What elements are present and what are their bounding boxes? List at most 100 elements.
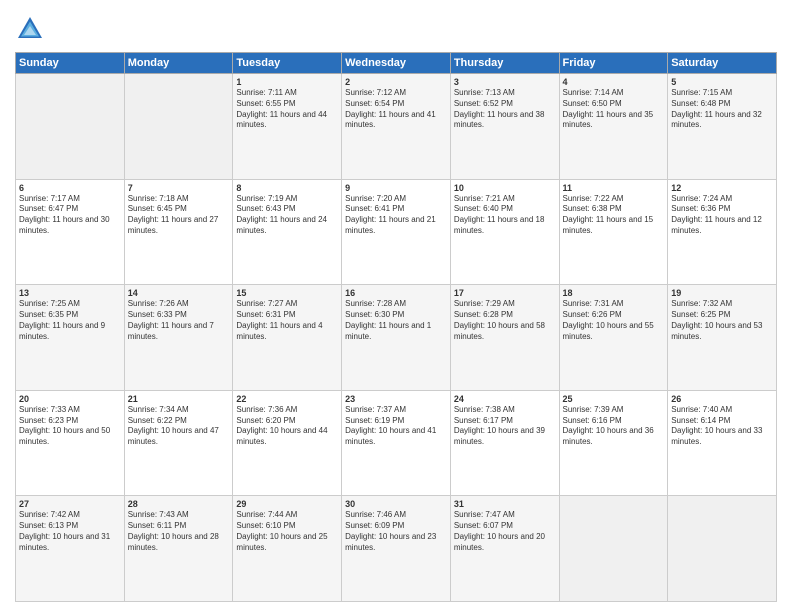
day-info: Sunrise: 7:31 AM Sunset: 6:26 PM Dayligh… — [563, 299, 665, 342]
day-number: 27 — [19, 499, 121, 509]
week-row-5: 27Sunrise: 7:42 AM Sunset: 6:13 PM Dayli… — [16, 496, 777, 602]
calendar-cell — [16, 74, 125, 180]
day-number: 7 — [128, 183, 230, 193]
day-info: Sunrise: 7:22 AM Sunset: 6:38 PM Dayligh… — [563, 194, 665, 237]
calendar-cell: 4Sunrise: 7:14 AM Sunset: 6:50 PM Daylig… — [559, 74, 668, 180]
day-number: 5 — [671, 77, 773, 87]
calendar-cell: 16Sunrise: 7:28 AM Sunset: 6:30 PM Dayli… — [342, 285, 451, 391]
day-info: Sunrise: 7:43 AM Sunset: 6:11 PM Dayligh… — [128, 510, 230, 553]
day-info: Sunrise: 7:21 AM Sunset: 6:40 PM Dayligh… — [454, 194, 556, 237]
logo-icon — [15, 14, 45, 44]
calendar-body: 1Sunrise: 7:11 AM Sunset: 6:55 PM Daylig… — [16, 74, 777, 602]
calendar-cell: 8Sunrise: 7:19 AM Sunset: 6:43 PM Daylig… — [233, 179, 342, 285]
day-number: 23 — [345, 394, 447, 404]
calendar-cell: 22Sunrise: 7:36 AM Sunset: 6:20 PM Dayli… — [233, 390, 342, 496]
week-row-4: 20Sunrise: 7:33 AM Sunset: 6:23 PM Dayli… — [16, 390, 777, 496]
calendar-cell: 24Sunrise: 7:38 AM Sunset: 6:17 PM Dayli… — [450, 390, 559, 496]
day-info: Sunrise: 7:20 AM Sunset: 6:41 PM Dayligh… — [345, 194, 447, 237]
day-info: Sunrise: 7:18 AM Sunset: 6:45 PM Dayligh… — [128, 194, 230, 237]
calendar-cell: 29Sunrise: 7:44 AM Sunset: 6:10 PM Dayli… — [233, 496, 342, 602]
day-number: 30 — [345, 499, 447, 509]
calendar-cell: 12Sunrise: 7:24 AM Sunset: 6:36 PM Dayli… — [668, 179, 777, 285]
calendar-cell: 6Sunrise: 7:17 AM Sunset: 6:47 PM Daylig… — [16, 179, 125, 285]
day-number: 18 — [563, 288, 665, 298]
week-row-2: 6Sunrise: 7:17 AM Sunset: 6:47 PM Daylig… — [16, 179, 777, 285]
calendar-table: SundayMondayTuesdayWednesdayThursdayFrid… — [15, 52, 777, 602]
day-number: 26 — [671, 394, 773, 404]
day-number: 31 — [454, 499, 556, 509]
weekday-header-row: SundayMondayTuesdayWednesdayThursdayFrid… — [16, 53, 777, 74]
day-number: 4 — [563, 77, 665, 87]
calendar-cell: 26Sunrise: 7:40 AM Sunset: 6:14 PM Dayli… — [668, 390, 777, 496]
day-info: Sunrise: 7:24 AM Sunset: 6:36 PM Dayligh… — [671, 194, 773, 237]
day-number: 16 — [345, 288, 447, 298]
day-number: 29 — [236, 499, 338, 509]
day-info: Sunrise: 7:36 AM Sunset: 6:20 PM Dayligh… — [236, 405, 338, 448]
day-number: 25 — [563, 394, 665, 404]
day-number: 3 — [454, 77, 556, 87]
day-number: 28 — [128, 499, 230, 509]
weekday-header-tuesday: Tuesday — [233, 53, 342, 74]
weekday-header-saturday: Saturday — [668, 53, 777, 74]
calendar-cell: 5Sunrise: 7:15 AM Sunset: 6:48 PM Daylig… — [668, 74, 777, 180]
day-info: Sunrise: 7:44 AM Sunset: 6:10 PM Dayligh… — [236, 510, 338, 553]
day-info: Sunrise: 7:13 AM Sunset: 6:52 PM Dayligh… — [454, 88, 556, 131]
weekday-header-sunday: Sunday — [16, 53, 125, 74]
day-info: Sunrise: 7:47 AM Sunset: 6:07 PM Dayligh… — [454, 510, 556, 553]
day-info: Sunrise: 7:19 AM Sunset: 6:43 PM Dayligh… — [236, 194, 338, 237]
day-info: Sunrise: 7:14 AM Sunset: 6:50 PM Dayligh… — [563, 88, 665, 131]
day-info: Sunrise: 7:33 AM Sunset: 6:23 PM Dayligh… — [19, 405, 121, 448]
calendar-cell: 31Sunrise: 7:47 AM Sunset: 6:07 PM Dayli… — [450, 496, 559, 602]
day-info: Sunrise: 7:32 AM Sunset: 6:25 PM Dayligh… — [671, 299, 773, 342]
calendar-cell: 11Sunrise: 7:22 AM Sunset: 6:38 PM Dayli… — [559, 179, 668, 285]
calendar-cell: 10Sunrise: 7:21 AM Sunset: 6:40 PM Dayli… — [450, 179, 559, 285]
day-number: 17 — [454, 288, 556, 298]
week-row-3: 13Sunrise: 7:25 AM Sunset: 6:35 PM Dayli… — [16, 285, 777, 391]
day-info: Sunrise: 7:37 AM Sunset: 6:19 PM Dayligh… — [345, 405, 447, 448]
calendar-cell — [124, 74, 233, 180]
calendar-cell: 7Sunrise: 7:18 AM Sunset: 6:45 PM Daylig… — [124, 179, 233, 285]
calendar-cell: 13Sunrise: 7:25 AM Sunset: 6:35 PM Dayli… — [16, 285, 125, 391]
day-number: 11 — [563, 183, 665, 193]
day-number: 9 — [345, 183, 447, 193]
calendar-cell: 1Sunrise: 7:11 AM Sunset: 6:55 PM Daylig… — [233, 74, 342, 180]
day-info: Sunrise: 7:26 AM Sunset: 6:33 PM Dayligh… — [128, 299, 230, 342]
day-info: Sunrise: 7:17 AM Sunset: 6:47 PM Dayligh… — [19, 194, 121, 237]
calendar-cell: 3Sunrise: 7:13 AM Sunset: 6:52 PM Daylig… — [450, 74, 559, 180]
day-number: 14 — [128, 288, 230, 298]
calendar-cell: 15Sunrise: 7:27 AM Sunset: 6:31 PM Dayli… — [233, 285, 342, 391]
day-number: 24 — [454, 394, 556, 404]
week-row-1: 1Sunrise: 7:11 AM Sunset: 6:55 PM Daylig… — [16, 74, 777, 180]
weekday-header-thursday: Thursday — [450, 53, 559, 74]
calendar-cell: 23Sunrise: 7:37 AM Sunset: 6:19 PM Dayli… — [342, 390, 451, 496]
day-number: 8 — [236, 183, 338, 193]
weekday-header-friday: Friday — [559, 53, 668, 74]
calendar-cell: 17Sunrise: 7:29 AM Sunset: 6:28 PM Dayli… — [450, 285, 559, 391]
day-info: Sunrise: 7:40 AM Sunset: 6:14 PM Dayligh… — [671, 405, 773, 448]
day-number: 20 — [19, 394, 121, 404]
day-info: Sunrise: 7:11 AM Sunset: 6:55 PM Dayligh… — [236, 88, 338, 131]
header — [15, 10, 777, 44]
day-number: 1 — [236, 77, 338, 87]
calendar-cell: 20Sunrise: 7:33 AM Sunset: 6:23 PM Dayli… — [16, 390, 125, 496]
calendar-cell: 25Sunrise: 7:39 AM Sunset: 6:16 PM Dayli… — [559, 390, 668, 496]
day-number: 19 — [671, 288, 773, 298]
calendar-header: SundayMondayTuesdayWednesdayThursdayFrid… — [16, 53, 777, 74]
day-info: Sunrise: 7:39 AM Sunset: 6:16 PM Dayligh… — [563, 405, 665, 448]
day-number: 21 — [128, 394, 230, 404]
day-info: Sunrise: 7:42 AM Sunset: 6:13 PM Dayligh… — [19, 510, 121, 553]
calendar-cell — [668, 496, 777, 602]
day-info: Sunrise: 7:27 AM Sunset: 6:31 PM Dayligh… — [236, 299, 338, 342]
calendar-cell: 30Sunrise: 7:46 AM Sunset: 6:09 PM Dayli… — [342, 496, 451, 602]
day-number: 13 — [19, 288, 121, 298]
day-info: Sunrise: 7:38 AM Sunset: 6:17 PM Dayligh… — [454, 405, 556, 448]
day-info: Sunrise: 7:15 AM Sunset: 6:48 PM Dayligh… — [671, 88, 773, 131]
day-number: 2 — [345, 77, 447, 87]
day-info: Sunrise: 7:12 AM Sunset: 6:54 PM Dayligh… — [345, 88, 447, 131]
day-info: Sunrise: 7:29 AM Sunset: 6:28 PM Dayligh… — [454, 299, 556, 342]
calendar-cell: 19Sunrise: 7:32 AM Sunset: 6:25 PM Dayli… — [668, 285, 777, 391]
calendar-cell: 9Sunrise: 7:20 AM Sunset: 6:41 PM Daylig… — [342, 179, 451, 285]
day-info: Sunrise: 7:46 AM Sunset: 6:09 PM Dayligh… — [345, 510, 447, 553]
day-number: 12 — [671, 183, 773, 193]
weekday-header-monday: Monday — [124, 53, 233, 74]
